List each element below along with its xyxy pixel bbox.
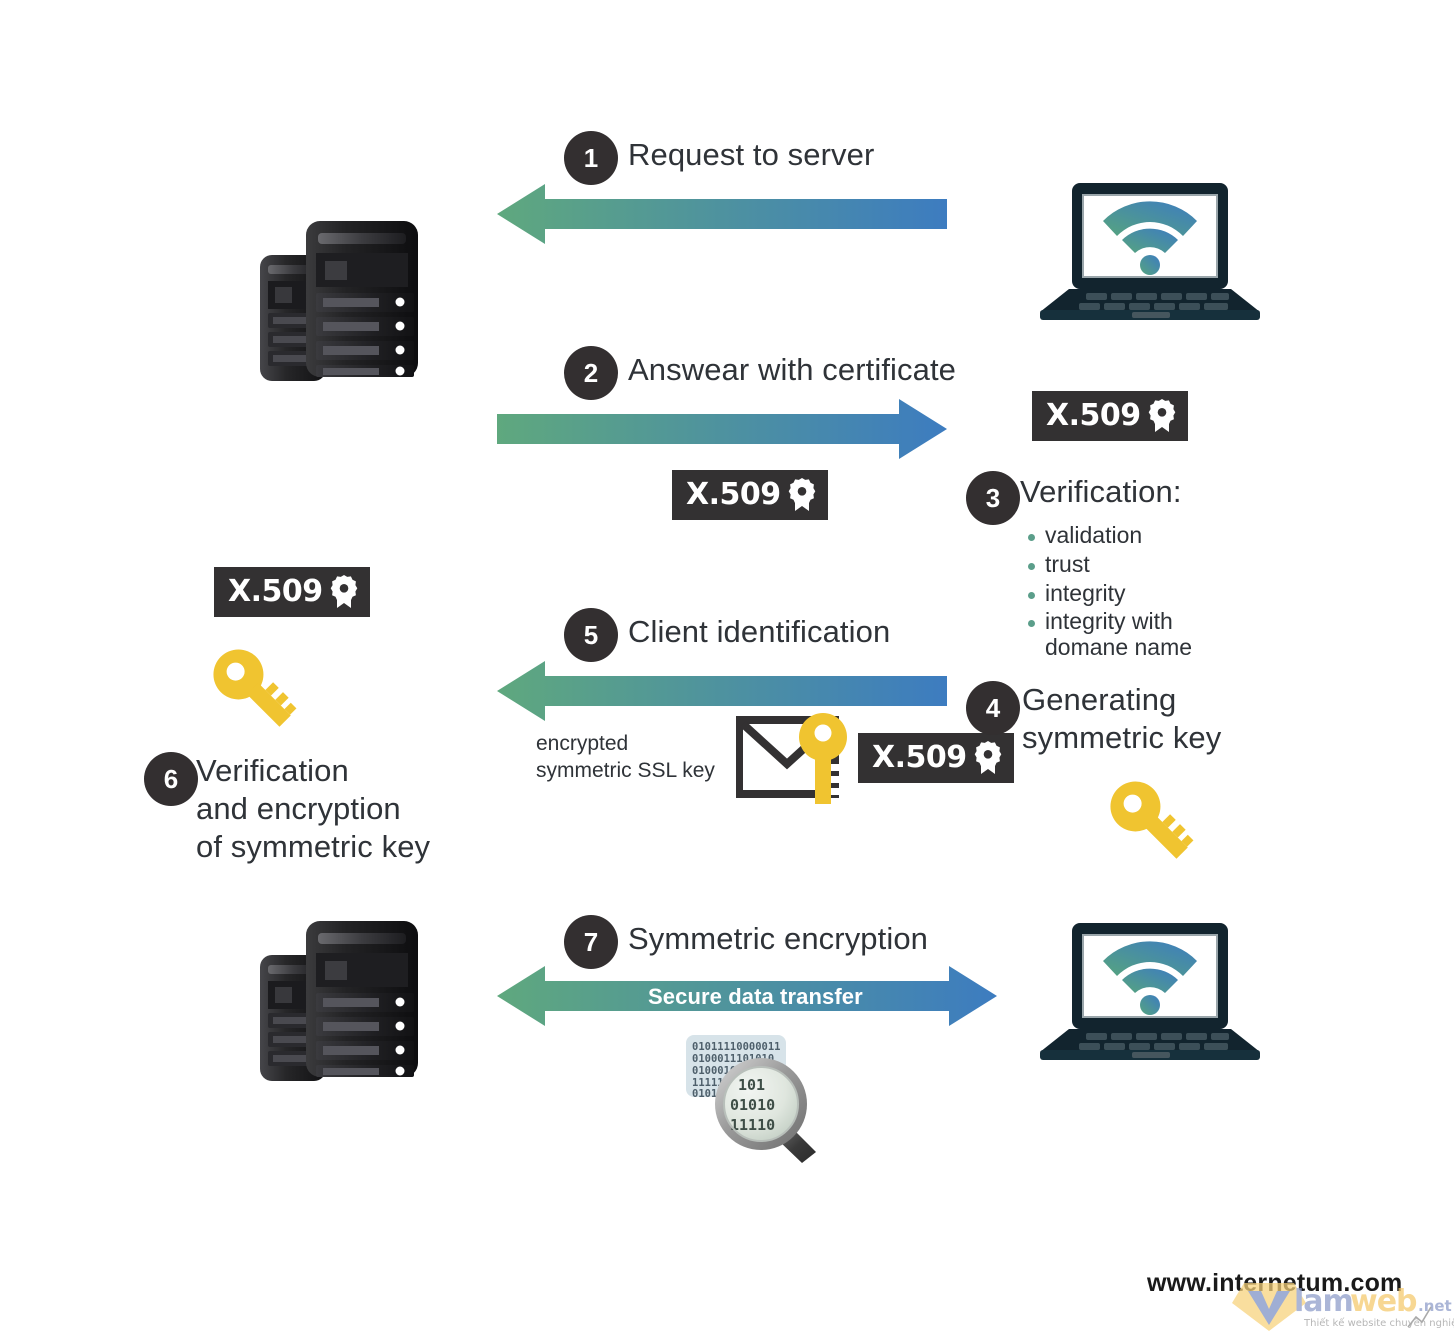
watermark-logo: lam web .net Thiết kế website chuyên ngh… (1232, 1281, 1454, 1338)
svg-text:.net: .net (1418, 1297, 1452, 1315)
certificate-label: X.509 (228, 574, 323, 609)
step-label-7: Symmetric encryption (628, 921, 929, 956)
step-label-1: Request to server (628, 137, 875, 172)
svg-text:Thiết kế website chuyên nghiệp: Thiết kế website chuyên nghiệp (1303, 1317, 1454, 1329)
step-badge-6: 6 (144, 752, 198, 806)
step-badge-2: 2 (564, 346, 618, 400)
list-item: validation (1024, 522, 1234, 549)
diagram-canvas: 1 Request to server 2 Answear with certi… (0, 0, 1454, 1333)
certificate-rosette-icon (1148, 399, 1175, 432)
verification-bullet-list: validation trust integrity integrity wit… (1024, 522, 1234, 664)
step-number-7: 7 (583, 927, 599, 957)
svg-text:web: web (1350, 1284, 1417, 1319)
svg-text:lam: lam (1294, 1284, 1353, 1319)
list-item: integrity (1024, 580, 1234, 607)
certificate-label: X.509 (1046, 398, 1141, 433)
list-item: integrity with domane name (1024, 608, 1234, 661)
arrow-step-1 (497, 183, 947, 245)
certificate-label: X.509 (686, 477, 781, 512)
arrow-step-5 (497, 660, 947, 722)
arrow-step-2 (497, 398, 947, 460)
list-item: trust (1024, 551, 1234, 578)
lens-binary-row: 101 (738, 1076, 765, 1094)
encrypted-key-caption: encrypted symmetric SSL key (536, 732, 715, 783)
client-laptop-icon-top (1039, 181, 1261, 326)
step-badge-3: 3 (966, 471, 1020, 525)
step-number-6: 6 (163, 764, 179, 794)
binary-row: 01011110000011 (692, 1041, 781, 1053)
key-icon-server-side (208, 640, 300, 745)
binary-data-magnifier: 01011110000011 0100011101010 01000101010… (686, 1032, 851, 1197)
certificate-rosette-icon (330, 575, 357, 608)
certificate-rosette-icon (974, 741, 1001, 774)
certificate-label: X.509 (872, 740, 967, 775)
step-label-3: Verification: (1020, 474, 1182, 509)
step-badge-1: 1 (564, 131, 618, 185)
step-number-2: 2 (583, 358, 599, 388)
step-badge-4: 4 (966, 681, 1020, 735)
certificate-chip-server-side: X.509 (214, 567, 370, 617)
lens-binary-row: 01010 (730, 1096, 775, 1114)
certificate-chip-transit: X.509 (672, 470, 828, 520)
certificate-chip-client: X.509 (1032, 391, 1188, 441)
envelope-with-key-icon (735, 712, 852, 809)
step-label-6: Verification and encryption of symmetric… (196, 753, 431, 864)
secure-transfer-caption: Secure data transfer (648, 984, 863, 1009)
step-label-2: Answear with certificate (628, 352, 957, 387)
key-icon-client-side (1105, 772, 1197, 877)
step-number-1: 1 (583, 143, 599, 173)
client-laptop-icon-bottom (1039, 921, 1261, 1066)
step-label-5: Client identification (628, 614, 891, 649)
certificate-chip-identification: X.509 (858, 733, 1014, 783)
server-icon-top (258, 213, 426, 388)
certificate-rosette-icon (788, 478, 815, 511)
step-badge-7: 7 (564, 915, 618, 969)
step-badge-5: 5 (564, 608, 618, 662)
step-number-3: 3 (985, 483, 1001, 513)
step-number-5: 5 (583, 620, 599, 650)
step-label-4: Generating symmetric key (1022, 682, 1222, 755)
server-icon-bottom (258, 913, 426, 1088)
step-number-4: 4 (985, 693, 1001, 723)
